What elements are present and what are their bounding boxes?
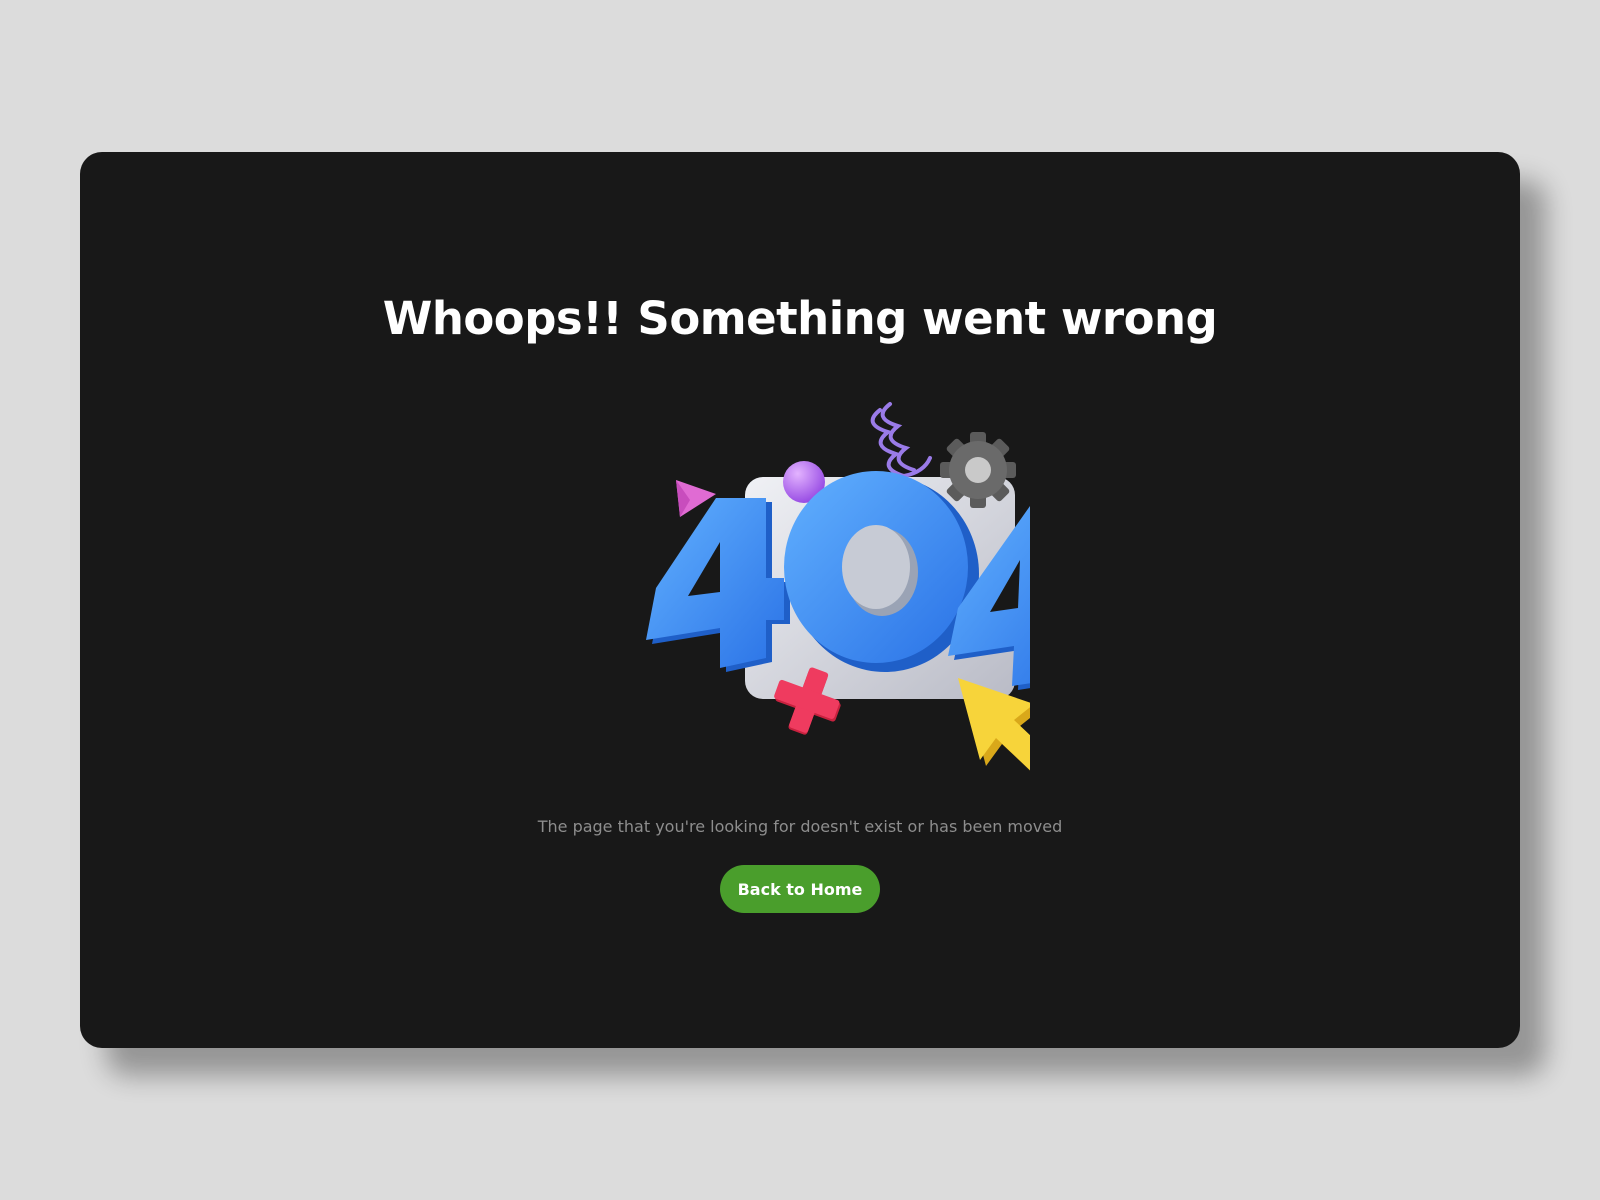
error-card: Whoops!! Something went wrong The page t… — [80, 152, 1520, 1048]
gear-icon — [940, 432, 1016, 508]
page-title: Whoops!! Something went wrong — [382, 292, 1218, 345]
back-to-home-button[interactable]: Back to Home — [720, 865, 880, 913]
spring-icon — [870, 402, 932, 479]
error-404-illustration — [550, 382, 1096, 782]
cursor-arrow-icon — [958, 678, 1056, 778]
digit-4-left-icon — [646, 498, 790, 672]
error-message: The page that you're looking for doesn't… — [537, 817, 1063, 836]
